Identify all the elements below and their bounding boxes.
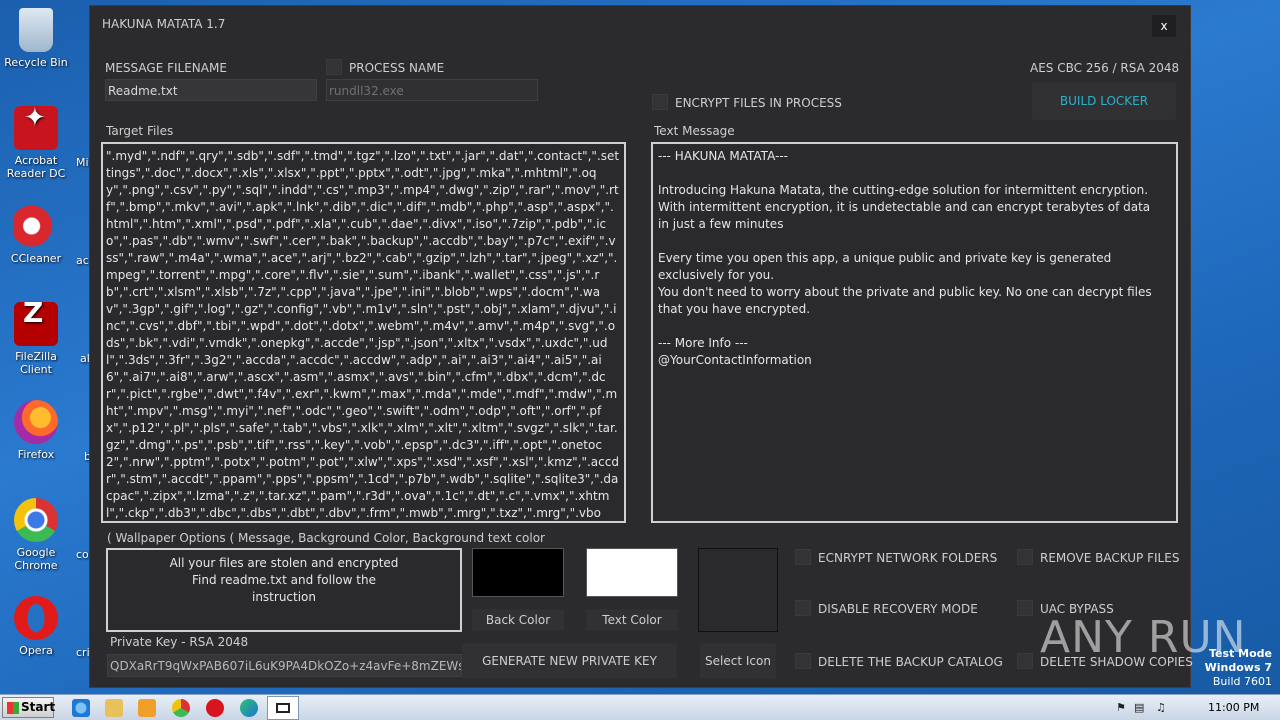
encrypt-files-in-process-label: ENCRYPT FILES IN PROCESS bbox=[675, 96, 842, 110]
back-color-button[interactable]: Back Color bbox=[472, 609, 564, 631]
explorer-folder-icon[interactable] bbox=[105, 699, 123, 717]
text-color-swatch[interactable] bbox=[586, 548, 678, 597]
desktop-icon-acrobat[interactable]: ✦ Acrobat Reader DC bbox=[0, 105, 72, 180]
build-locker-button[interactable]: BUILD LOCKER bbox=[1032, 82, 1176, 120]
volume-icon[interactable]: ♫ bbox=[1156, 701, 1166, 714]
media-player-icon[interactable] bbox=[138, 699, 156, 717]
build-text: Build 7601 bbox=[1212, 675, 1272, 688]
desktop-icon-label: Firefox bbox=[17, 448, 55, 461]
process-name-label: PROCESS NAME bbox=[349, 61, 445, 75]
desktop-icon-chrome[interactable]: Google Chrome bbox=[0, 498, 72, 572]
flag-icon[interactable]: ⚑ bbox=[1116, 701, 1126, 714]
wallpaper-message-textarea[interactable]: All your files are stolen and encrypted … bbox=[106, 548, 462, 632]
message-filename-label: MESSAGE FILENAME bbox=[105, 61, 227, 75]
desktop-icon-recycle-bin[interactable]: Recycle Bin bbox=[0, 8, 72, 69]
delete-backup-catalog-checkbox[interactable] bbox=[795, 653, 811, 669]
text-color-button[interactable]: Text Color bbox=[586, 609, 678, 631]
desktop-icon-label: Acrobat Reader DC bbox=[6, 154, 66, 180]
recycle-bin-icon bbox=[19, 8, 53, 52]
encrypt-network-folders-checkbox[interactable] bbox=[795, 549, 811, 565]
remove-backup-files-checkbox[interactable] bbox=[1017, 549, 1033, 565]
desktop-icon-filezilla[interactable]: Z FileZilla Client bbox=[0, 299, 72, 376]
private-key-label: Private Key - RSA 2048 bbox=[110, 635, 249, 649]
target-files-textarea[interactable]: ".myd",".ndf",".qry",".sdb",".sdf",".tmd… bbox=[101, 142, 626, 523]
disable-recovery-mode-checkbox[interactable] bbox=[795, 600, 811, 616]
opera-taskbar-icon[interactable] bbox=[206, 699, 224, 717]
app-icon bbox=[276, 703, 290, 713]
disable-recovery-mode-label: DISABLE RECOVERY MODE bbox=[818, 602, 978, 616]
text-message-textarea[interactable]: --- HAKUNA MATATA--- Introducing Hakuna … bbox=[651, 142, 1178, 523]
desktop-icon-label: CCleaner bbox=[10, 252, 62, 265]
chrome-taskbar-icon[interactable] bbox=[172, 699, 190, 717]
window-title: HAKUNA MATATA 1.7 bbox=[102, 17, 226, 31]
filezilla-icon: Z bbox=[14, 299, 58, 346]
acrobat-icon: ✦ bbox=[14, 105, 58, 150]
icon-preview-box bbox=[698, 548, 778, 632]
delete-shadow-copies-checkbox[interactable] bbox=[1017, 653, 1033, 669]
taskbar: Start ▤ ♫ ⚑ 11:00 PM bbox=[0, 694, 1280, 720]
desktop-icon-label: Google Chrome bbox=[14, 546, 58, 572]
windows-flag-icon bbox=[7, 702, 19, 714]
desktop-icon-label: FileZilla Client bbox=[15, 350, 57, 376]
desktop-icon-label: Opera bbox=[19, 644, 53, 657]
delete-backup-catalog-label: DELETE THE BACKUP CATALOG bbox=[818, 655, 1003, 669]
crypto-scheme-label: AES CBC 256 / RSA 2048 bbox=[1030, 61, 1180, 75]
desktop-icon-opera[interactable]: Opera bbox=[0, 596, 72, 657]
remove-backup-files-label: REMOVE BACKUP FILES bbox=[1040, 551, 1180, 565]
back-color-swatch[interactable] bbox=[472, 548, 564, 597]
target-files-label: Target Files bbox=[106, 124, 174, 138]
uac-bypass-checkbox[interactable] bbox=[1017, 600, 1033, 616]
select-icon-button[interactable]: Select Icon bbox=[700, 643, 776, 679]
chrome-icon bbox=[14, 498, 58, 542]
desktop-icon-ccleaner[interactable]: CCleaner bbox=[0, 204, 72, 265]
close-button[interactable]: x bbox=[1152, 15, 1176, 37]
wallpaper-options-label: ( Wallpaper Options ( Message, Backgroun… bbox=[107, 531, 545, 545]
firefox-icon bbox=[14, 400, 58, 444]
title-bar[interactable]: HAKUNA MATATA 1.7 x bbox=[90, 6, 1190, 44]
desktop-partial-label: ac bbox=[76, 254, 89, 267]
private-key-input[interactable]: QDXaRrT9qWxPAB607iL6uK9PA4DkOZo+z4avFe+8… bbox=[107, 654, 462, 677]
process-name-input[interactable]: rundll32.exe bbox=[326, 79, 538, 101]
encrypt-files-in-process-checkbox[interactable] bbox=[652, 94, 668, 110]
generate-private-key-button[interactable]: GENERATE NEW PRIVATE KEY bbox=[462, 643, 677, 679]
ccleaner-icon bbox=[14, 204, 58, 248]
edge-icon[interactable] bbox=[240, 699, 258, 717]
message-filename-input[interactable]: Readme.txt bbox=[105, 79, 317, 101]
hakuna-matata-taskbar-button[interactable] bbox=[267, 696, 299, 720]
desktop-icon-firefox[interactable]: Firefox bbox=[0, 400, 72, 461]
process-name-checkbox[interactable] bbox=[326, 59, 342, 75]
text-message-label: Text Message bbox=[654, 124, 735, 138]
desktop-partial-label: cri bbox=[76, 646, 90, 659]
os-name-text: Windows 7 bbox=[1204, 661, 1272, 674]
start-label: Start bbox=[21, 700, 56, 714]
network-icon[interactable]: ▤ bbox=[1134, 701, 1144, 714]
start-button[interactable]: Start bbox=[2, 697, 56, 718]
ie-icon[interactable] bbox=[72, 699, 90, 717]
clock[interactable]: 11:00 PM bbox=[1208, 701, 1259, 714]
opera-icon bbox=[14, 596, 58, 640]
encrypt-network-folders-label: ECNRYPT NETWORK FOLDERS bbox=[818, 551, 998, 565]
test-mode-text: Test Mode bbox=[1209, 647, 1272, 660]
desktop-partial-label: co bbox=[76, 548, 89, 561]
hakuna-matata-window: HAKUNA MATATA 1.7 x MESSAGE FILENAME Rea… bbox=[89, 5, 1193, 688]
desktop-icon-label: Recycle Bin bbox=[4, 56, 68, 69]
test-mode-notice: Test Mode Windows 7 Build 7601 bbox=[1205, 647, 1272, 689]
